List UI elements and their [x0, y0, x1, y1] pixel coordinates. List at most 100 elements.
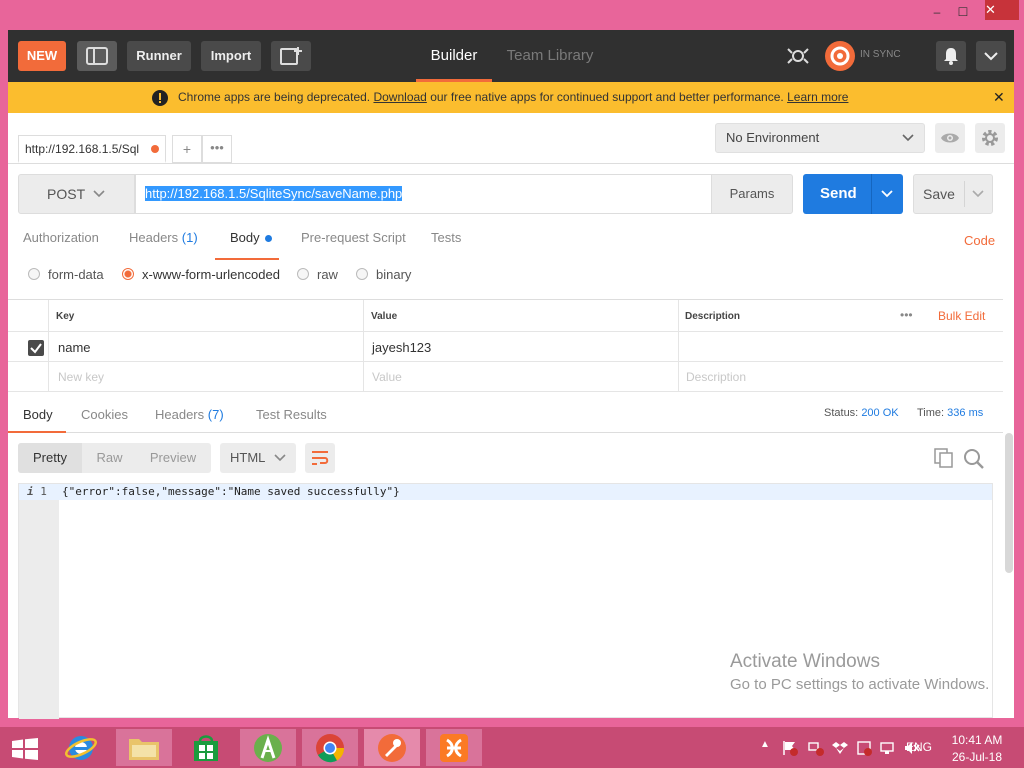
table-more-button[interactable]: •••: [900, 308, 913, 322]
tab-builder[interactable]: Builder: [416, 30, 492, 82]
generate-code-link[interactable]: Code: [964, 233, 995, 248]
notifications-button[interactable]: [936, 41, 966, 71]
new-window-button[interactable]: [271, 41, 311, 71]
column-header-value: Value: [371, 311, 398, 322]
method-select[interactable]: POST: [18, 174, 135, 214]
add-tab-button[interactable]: +: [172, 135, 202, 163]
line-number: i 1: [27, 485, 47, 498]
row-enabled-checkbox[interactable]: [28, 340, 44, 356]
wrap-lines-button[interactable]: [305, 443, 335, 473]
scrollbar[interactable]: [1005, 433, 1013, 573]
taskbar-xampp[interactable]: [426, 729, 482, 766]
chevron-down-icon: [274, 454, 286, 462]
runner-button[interactable]: Runner: [127, 41, 191, 71]
radio-icon: [28, 268, 40, 280]
tab-headers[interactable]: Headers (1): [129, 230, 198, 256]
response-tab-headers[interactable]: Headers (7): [155, 407, 224, 422]
store-icon: [194, 735, 218, 761]
radio-raw[interactable]: raw: [297, 267, 338, 282]
sync-label: IN SYNC: [860, 49, 901, 60]
new-value-input[interactable]: Value: [372, 370, 402, 384]
taskbar-postman[interactable]: [364, 729, 420, 766]
body-indicator-dot: [265, 235, 273, 242]
checkmark-icon: [30, 343, 42, 354]
time-value: 336 ms: [947, 407, 984, 419]
row-value-field[interactable]: jayesh123: [372, 340, 431, 355]
interceptor-icon[interactable]: [786, 44, 810, 68]
import-button[interactable]: Import: [201, 41, 261, 71]
network-icon[interactable]: [808, 740, 824, 756]
row-description-field[interactable]: [686, 340, 986, 356]
taskbar-chrome[interactable]: [302, 729, 358, 766]
clock-time[interactable]: 10:41 AM: [950, 733, 1004, 747]
response-tab-body[interactable]: Body: [8, 407, 66, 433]
chrome-icon: [316, 734, 345, 763]
new-window-icon: [280, 47, 302, 65]
bulk-edit-link[interactable]: Bulk Edit: [938, 309, 985, 323]
maximize-button[interactable]: ☐: [952, 4, 974, 20]
input-language[interactable]: ENG: [906, 740, 932, 754]
wifi-icon[interactable]: [880, 740, 896, 756]
tab-prerequest-script[interactable]: Pre-request Script: [301, 230, 406, 256]
save-button[interactable]: Save: [913, 174, 993, 214]
format-select[interactable]: HTML: [220, 443, 296, 473]
search-icon[interactable]: [963, 448, 985, 470]
new-button[interactable]: NEW: [18, 41, 66, 71]
chevron-down-icon[interactable]: [972, 190, 984, 198]
environment-select[interactable]: No Environment: [715, 123, 925, 153]
taskbar-android-studio[interactable]: [240, 729, 296, 766]
response-tab-test-results[interactable]: Test Results: [256, 407, 327, 422]
show-hidden-icons-button[interactable]: ▲: [760, 739, 770, 750]
view-raw-button[interactable]: Raw: [82, 443, 137, 473]
more-tabs-button[interactable]: •••: [202, 135, 232, 163]
bell-icon: [944, 48, 958, 65]
action-center-flag-icon[interactable]: [782, 740, 798, 756]
response-tab-cookies[interactable]: Cookies: [81, 407, 128, 422]
radio-form-data[interactable]: form-data: [28, 267, 104, 282]
column-header-description: Description: [685, 311, 741, 322]
taskbar-internet-explorer[interactable]: [54, 729, 110, 766]
view-preview-button[interactable]: Preview: [137, 443, 209, 473]
chevron-down-icon[interactable]: [881, 190, 893, 198]
toggle-sidebar-button[interactable]: [77, 41, 117, 71]
download-link[interactable]: Download: [373, 90, 426, 104]
sync-status[interactable]: IN SYNC: [780, 40, 920, 72]
url-input[interactable]: http://192.168.1.5/SqliteSync/saveName.p…: [135, 174, 712, 214]
dropbox-icon[interactable]: [832, 740, 848, 756]
radio-binary[interactable]: binary: [356, 267, 411, 282]
clock-date[interactable]: 26-Jul-18: [950, 750, 1004, 764]
xampp-icon: [440, 734, 468, 762]
tab-tests[interactable]: Tests: [431, 230, 461, 256]
view-pretty-button[interactable]: Pretty: [18, 443, 82, 473]
radio-icon: [356, 268, 368, 280]
tab-body[interactable]: Body: [215, 230, 279, 260]
radio-urlencoded[interactable]: x-www-form-urlencoded: [122, 267, 280, 282]
start-button[interactable]: [0, 729, 50, 766]
response-body-text[interactable]: {"error":false,"message":"Name saved suc…: [62, 485, 400, 498]
banner-close-button[interactable]: ✕: [993, 82, 1005, 113]
tab-team-library[interactable]: Team Library: [500, 30, 600, 82]
copy-icon[interactable]: [934, 448, 954, 468]
new-key-input[interactable]: New key: [58, 370, 104, 384]
params-button[interactable]: Params: [711, 174, 793, 214]
learn-more-link[interactable]: Learn more: [787, 90, 848, 104]
sync-tray-icon[interactable]: [856, 740, 872, 756]
tab-authorization[interactable]: Authorization: [23, 230, 99, 256]
manage-environments-button[interactable]: [975, 123, 1005, 153]
send-button[interactable]: Send: [803, 174, 903, 214]
minimize-button[interactable]: ‒: [926, 4, 948, 20]
taskbar-file-explorer[interactable]: [116, 729, 172, 766]
settings-menu-button[interactable]: [976, 41, 1006, 71]
builder-main: http://192.168.1.5/Sql + ••• No Environm…: [8, 113, 1014, 719]
activate-windows-subtitle: Go to PC settings to activate Windows.: [730, 676, 990, 693]
activate-windows-title: Activate Windows: [730, 651, 880, 672]
taskbar-store[interactable]: [178, 729, 234, 766]
params-table: Key Value Description ••• Bulk Edit name…: [8, 299, 1003, 392]
new-description-input[interactable]: Description: [686, 370, 746, 384]
environment-quick-look-button[interactable]: [935, 123, 965, 153]
request-tab[interactable]: http://192.168.1.5/Sql: [18, 135, 166, 163]
android-studio-icon: [254, 734, 282, 762]
window-close-button[interactable]: ✕: [985, 0, 1019, 20]
chevron-down-icon: [902, 134, 914, 142]
row-key-field[interactable]: name: [58, 340, 91, 355]
